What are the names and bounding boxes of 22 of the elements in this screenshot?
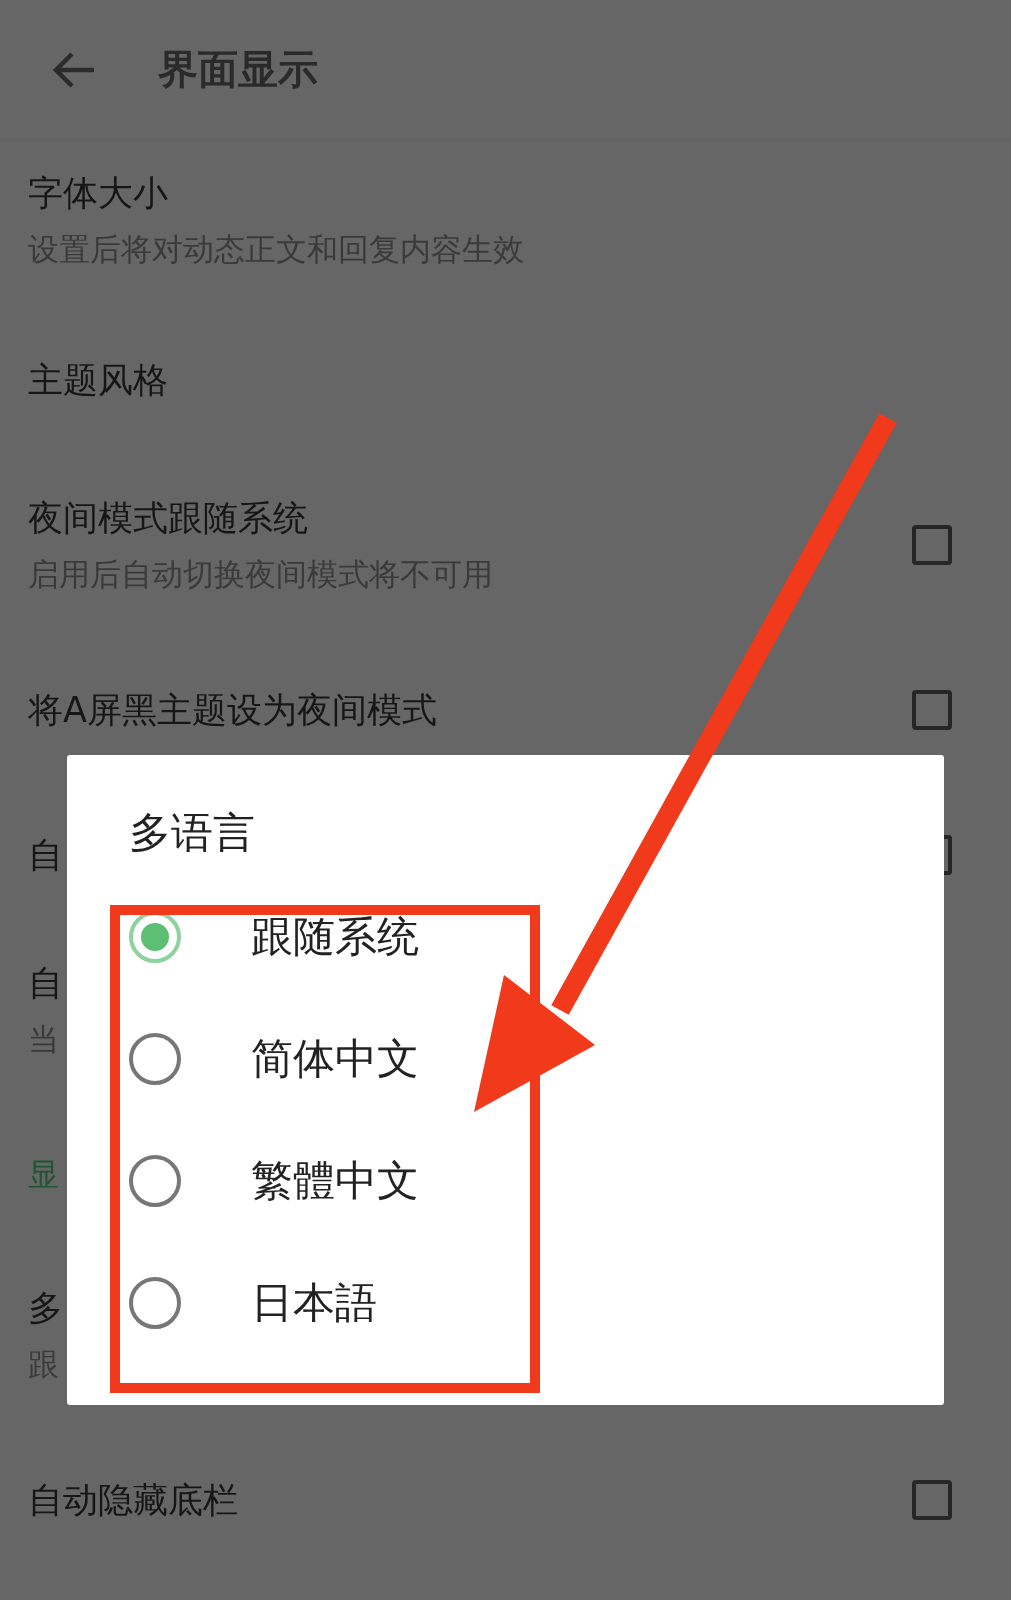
section-header: 显 xyxy=(28,1155,59,1194)
language-option[interactable]: 跟随系统 xyxy=(251,909,419,965)
setting-title: 夜间模式跟随系统 xyxy=(28,496,309,540)
setting-title: 自动隐藏底栏 xyxy=(28,1478,238,1522)
checkbox[interactable] xyxy=(912,1480,952,1520)
checkbox[interactable] xyxy=(912,690,952,730)
radio-button[interactable] xyxy=(129,1277,181,1329)
checkbox[interactable] xyxy=(912,525,952,565)
back-arrow-icon[interactable] xyxy=(52,51,96,88)
radio-button[interactable] xyxy=(129,1033,181,1085)
language-option[interactable]: 简体中文 xyxy=(251,1031,419,1087)
setting-title: 主题风格 xyxy=(28,358,168,402)
setting-title: 将A屏黑主题设为夜间模式 xyxy=(28,688,437,732)
radio-button[interactable] xyxy=(129,1155,181,1207)
setting-title: 自 xyxy=(28,833,63,877)
setting-title: 自 xyxy=(28,961,63,1005)
language-option[interactable]: 繁體中文 xyxy=(251,1153,419,1209)
language-option[interactable]: 日本語 xyxy=(251,1275,377,1331)
setting-title: 字体大小 xyxy=(28,171,169,215)
dialog-title: 多语言 xyxy=(129,807,255,859)
setting-title: 多 xyxy=(28,1286,63,1330)
page-title: 界面显示 xyxy=(158,45,318,94)
